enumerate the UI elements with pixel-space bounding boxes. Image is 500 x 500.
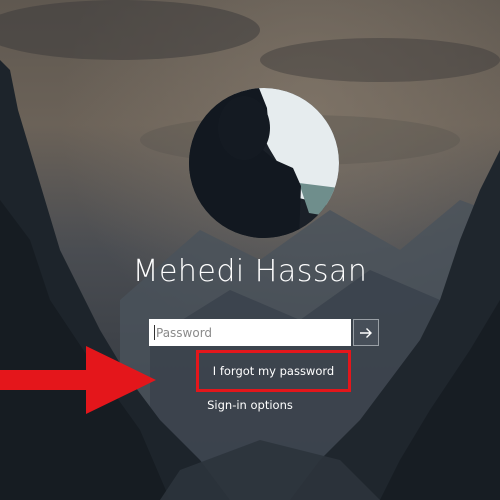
arrow-right-icon — [360, 327, 372, 338]
red-arrow-annotation — [0, 344, 160, 416]
username-label: Mehedi Hassan — [132, 254, 368, 289]
mountain-background — [0, 0, 500, 500]
forgot-password-link[interactable]: I forgot my password — [213, 364, 334, 378]
password-field-group — [149, 319, 379, 346]
password-input[interactable] — [149, 319, 351, 346]
forgot-password-highlight: I forgot my password — [196, 350, 351, 392]
submit-arrow-button[interactable] — [353, 319, 379, 346]
user-avatar — [189, 88, 339, 238]
text-cursor — [154, 325, 155, 340]
arrow-right-icon — [0, 346, 156, 414]
